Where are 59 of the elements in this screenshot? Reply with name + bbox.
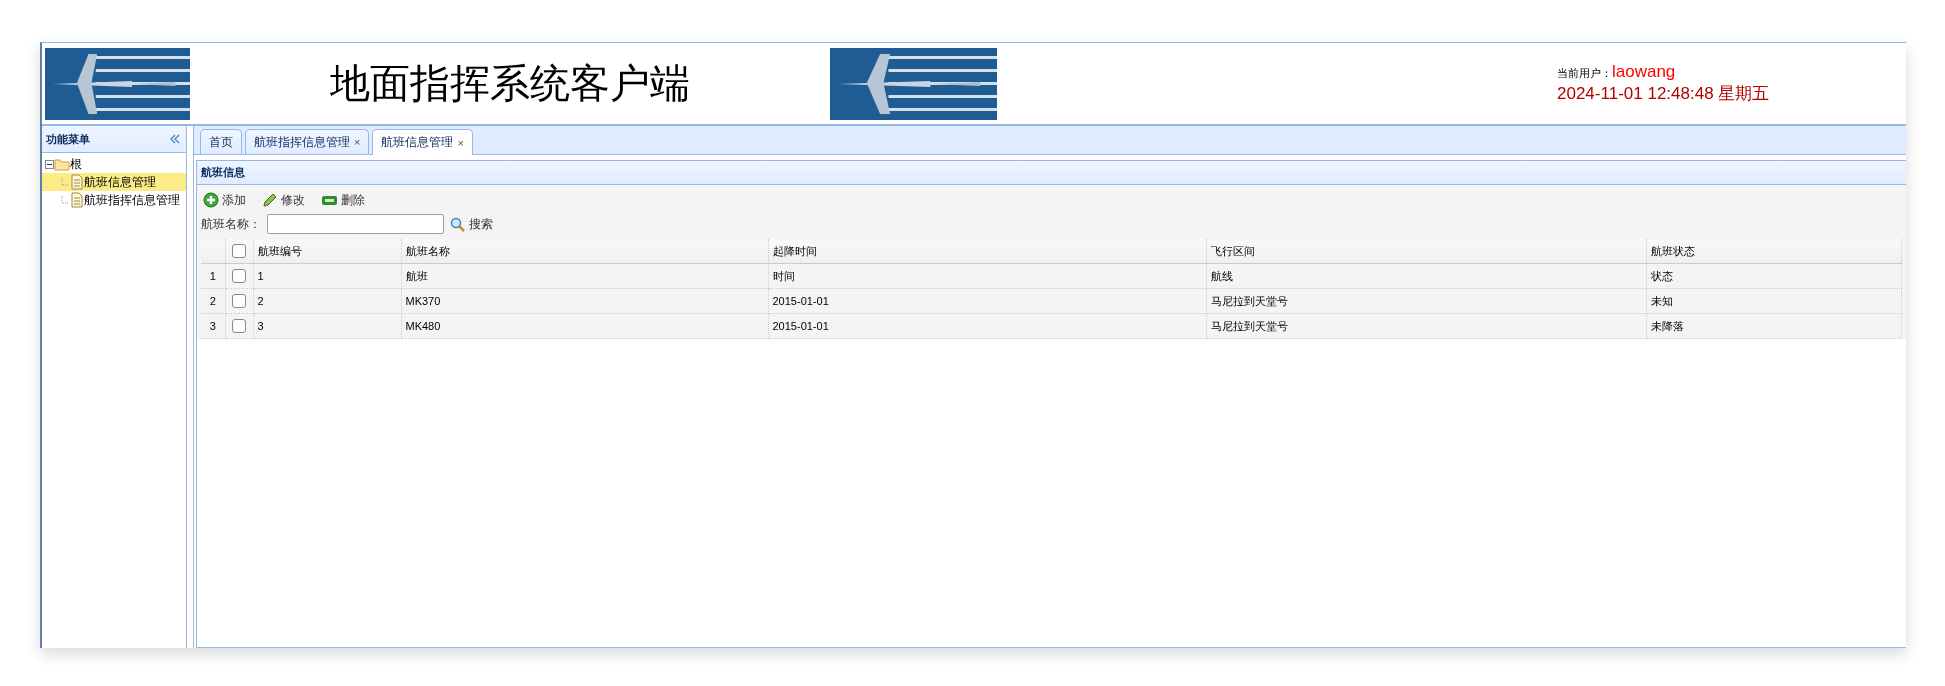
pencil-icon [262, 192, 278, 208]
table-cell: MK370 [401, 288, 768, 314]
close-icon[interactable]: × [457, 136, 464, 149]
user-label: 当前用户： [1557, 66, 1612, 81]
search-button[interactable]: 搜索 [450, 215, 493, 233]
table-cell: 2015-01-01 [768, 288, 1206, 314]
tree-line-icon [60, 195, 70, 205]
table-cell: 2015-01-01 [768, 313, 1206, 339]
search-label: 航班名称： [201, 215, 261, 233]
column-header[interactable]: 航班名称 [401, 239, 768, 264]
table-cell: 未降落 [1646, 313, 1902, 339]
tree-item-label: 航班信息管理 [84, 173, 156, 191]
column-header[interactable]: 航班编号 [253, 239, 401, 264]
select-all-checkbox[interactable] [232, 244, 246, 259]
folder-icon [54, 157, 70, 171]
column-header[interactable]: 航班状态 [1646, 239, 1902, 264]
document-icon [70, 192, 84, 208]
tab[interactable]: 航班指挥信息管理 × [245, 129, 370, 154]
row-checkbox[interactable] [232, 294, 246, 309]
tab[interactable]: 航班信息管理 × [372, 129, 473, 155]
close-icon[interactable]: × [354, 136, 361, 148]
sidebar-title: 功能菜单 [46, 131, 90, 147]
row-number: 3 [201, 313, 225, 339]
date-time: 2024-11-01 12:48:48 星期五 [1557, 83, 1770, 105]
table-cell: 3 [253, 313, 401, 339]
tree-item-label: 根 [70, 155, 82, 173]
collapse-icon[interactable] [169, 134, 180, 144]
toolbar-button[interactable]: 添加 [201, 191, 248, 209]
column-header[interactable]: 飞行区间 [1206, 239, 1646, 264]
tree-item[interactable]: 根 [42, 155, 186, 173]
tree-item-label: 航班指挥信息管理 [84, 191, 180, 209]
table-cell: 1 [253, 263, 401, 289]
table-cell: 未知 [1646, 288, 1902, 314]
tab[interactable]: 首页 [200, 129, 242, 154]
search-icon [450, 216, 465, 232]
toolbar-button[interactable]: 修改 [260, 191, 307, 209]
search-field[interactable] [267, 214, 444, 234]
table-cell: 航线 [1206, 263, 1646, 289]
tree-line-icon [60, 177, 70, 187]
tree-item[interactable]: 航班信息管理 [42, 173, 186, 191]
table-cell: 马尼拉到天堂号 [1206, 288, 1646, 314]
toolbar-button[interactable]: 删除 [319, 191, 367, 209]
row-checkbox[interactable] [232, 269, 246, 284]
table-cell: 状态 [1646, 263, 1902, 289]
user-name: laowang [1612, 62, 1676, 82]
table-cell: MK480 [401, 313, 768, 339]
column-header[interactable]: 起降时间 [768, 239, 1206, 264]
table-cell: 马尼拉到天堂号 [1206, 313, 1646, 339]
table-cell: 航班 [401, 263, 768, 289]
table-cell: 时间 [768, 263, 1206, 289]
row-checkbox[interactable] [232, 319, 246, 334]
app-title: 地面指挥系统客户端 [330, 60, 690, 107]
panel-title: 航班信息 [197, 161, 1906, 185]
row-number: 1 [201, 263, 225, 289]
row-number: 2 [201, 288, 225, 314]
table-cell: 2 [253, 288, 401, 314]
document-icon [70, 174, 84, 190]
tree-item[interactable]: 航班指挥信息管理 [42, 191, 186, 209]
plus-icon [203, 192, 219, 208]
